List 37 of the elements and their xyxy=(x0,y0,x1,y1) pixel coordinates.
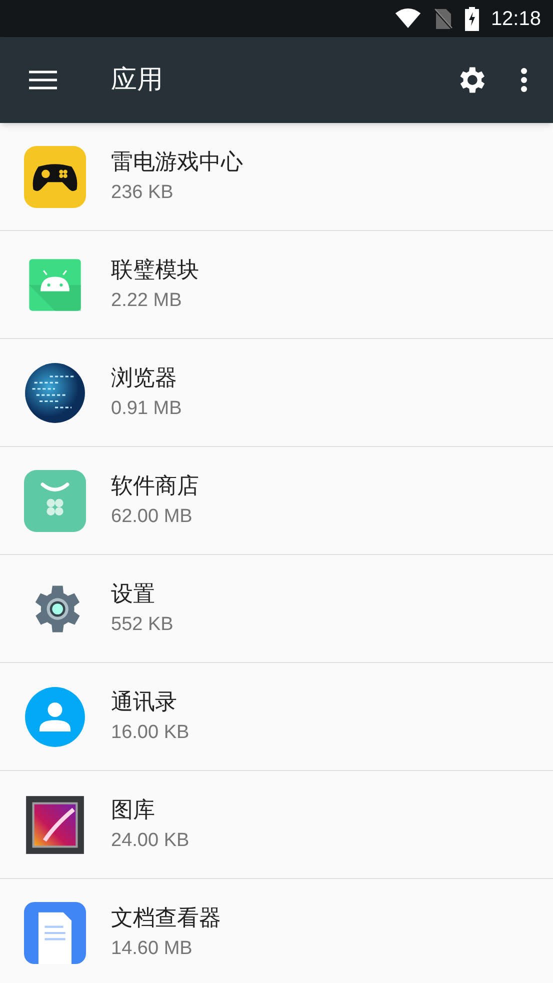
person-icon xyxy=(24,686,86,748)
app-size: 552 KB xyxy=(111,612,174,636)
app-size: 0.91 MB xyxy=(111,396,182,420)
wifi-icon xyxy=(394,8,421,29)
app-name: 图库 xyxy=(111,796,156,824)
app-list-item[interactable]: 雷电游戏中心 236 KB xyxy=(0,123,553,231)
more-options-icon xyxy=(521,67,527,93)
app-name: 软件商店 xyxy=(111,472,199,500)
picture-frame-icon xyxy=(24,794,86,856)
app-list-item[interactable]: 浏览器 0.91 MB xyxy=(0,339,553,447)
app-size: 24.00 KB xyxy=(111,828,190,852)
app-size: 14.60 MB xyxy=(111,936,194,960)
app-name: 通讯录 xyxy=(111,688,178,716)
globe-icon xyxy=(24,362,86,424)
gamepad-icon xyxy=(24,146,86,208)
app-size: 62.00 MB xyxy=(111,504,194,528)
app-size: 16.00 KB xyxy=(111,720,190,744)
app-list-item[interactable]: 联璧模块 2.22 MB xyxy=(0,231,553,339)
app-name: 文档查看器 xyxy=(111,904,221,932)
toolbar-title: 应用 xyxy=(111,64,164,96)
app-list-item[interactable]: 设置 552 KB xyxy=(0,555,553,663)
battery-charging-icon xyxy=(464,6,479,30)
clock-time: 12:18 xyxy=(490,6,541,32)
app-name: 雷电游戏中心 xyxy=(111,148,243,176)
app-list-item[interactable]: 文档查看器 14.60 MB xyxy=(0,879,553,983)
menu-icon xyxy=(28,70,58,90)
app-name: 设置 xyxy=(111,580,156,608)
app-name: 浏览器 xyxy=(111,364,178,392)
document-icon xyxy=(24,902,86,964)
app-list-item[interactable]: 图库 24.00 KB xyxy=(0,771,553,879)
app-size: 2.22 MB xyxy=(111,288,183,312)
shopping-bag-icon xyxy=(24,470,86,532)
app-name: 联璧模块 xyxy=(111,256,199,284)
no-sim-icon xyxy=(432,8,453,30)
app-size: 236 KB xyxy=(111,180,174,204)
app-list-item[interactable]: 通讯录 16.00 KB xyxy=(0,663,553,771)
app-list-item[interactable]: 软件商店 62.00 MB xyxy=(0,447,553,555)
